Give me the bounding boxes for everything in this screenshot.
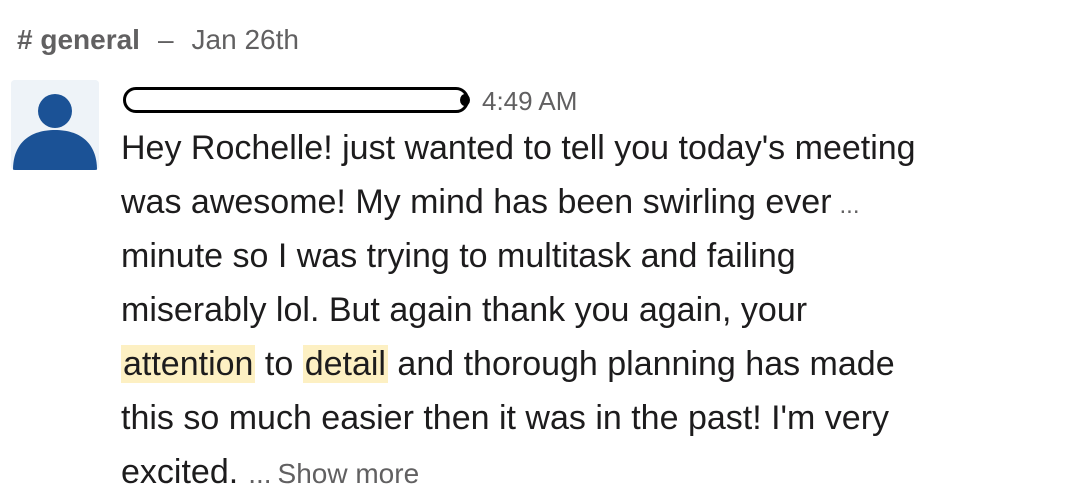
- message-text: miserably lol. But again thank you again…: [121, 291, 808, 329]
- message-text: Hey Rochelle! just wanted to tell you to…: [121, 129, 916, 167]
- user-silhouette-icon: [11, 80, 99, 170]
- redacted-sender-name: [123, 87, 470, 113]
- message-line: was awesome! My mind has been swirling e…: [121, 175, 1041, 229]
- message-line: miserably lol. But again thank you again…: [121, 283, 1041, 337]
- message-body: Hey Rochelle! just wanted to tell you to…: [121, 121, 1041, 499]
- message-text: this so much easier then it was in the p…: [121, 399, 890, 437]
- message-text: to: [255, 345, 303, 383]
- message-text: and thorough planning has made: [387, 345, 895, 383]
- channel-name: general: [40, 24, 140, 55]
- truncation-ellipsis: ...: [248, 458, 272, 489]
- message-line: minute so I was trying to multitask and …: [121, 229, 1041, 283]
- highlighted-word: detail: [302, 345, 388, 383]
- message-text: was awesome! My mind has been swirling e…: [121, 183, 832, 221]
- message-line: attention to detail and thorough plannin…: [121, 337, 1041, 391]
- message-text: excited.: [121, 453, 239, 491]
- channel-hash: #: [17, 24, 33, 55]
- header-separator: –: [157, 24, 174, 55]
- message-line: this so much easier then it was in the p…: [121, 391, 1041, 445]
- highlighted-word: attention: [121, 345, 256, 383]
- message-timestamp[interactable]: 4:49 AM: [482, 84, 577, 118]
- message-line: excited.... Show more: [121, 445, 1041, 499]
- message-text: minute so I was trying to multitask and …: [121, 237, 796, 275]
- message-line: Hey Rochelle! just wanted to tell you to…: [121, 121, 1041, 175]
- channel-link[interactable]: # general: [17, 24, 140, 56]
- show-more-link[interactable]: Show more: [278, 458, 420, 489]
- channel-header: # general – Jan 26th: [17, 20, 299, 60]
- truncation-ellipsis: ...: [839, 192, 860, 219]
- message-date: Jan 26th: [191, 24, 299, 55]
- avatar[interactable]: [11, 80, 99, 170]
